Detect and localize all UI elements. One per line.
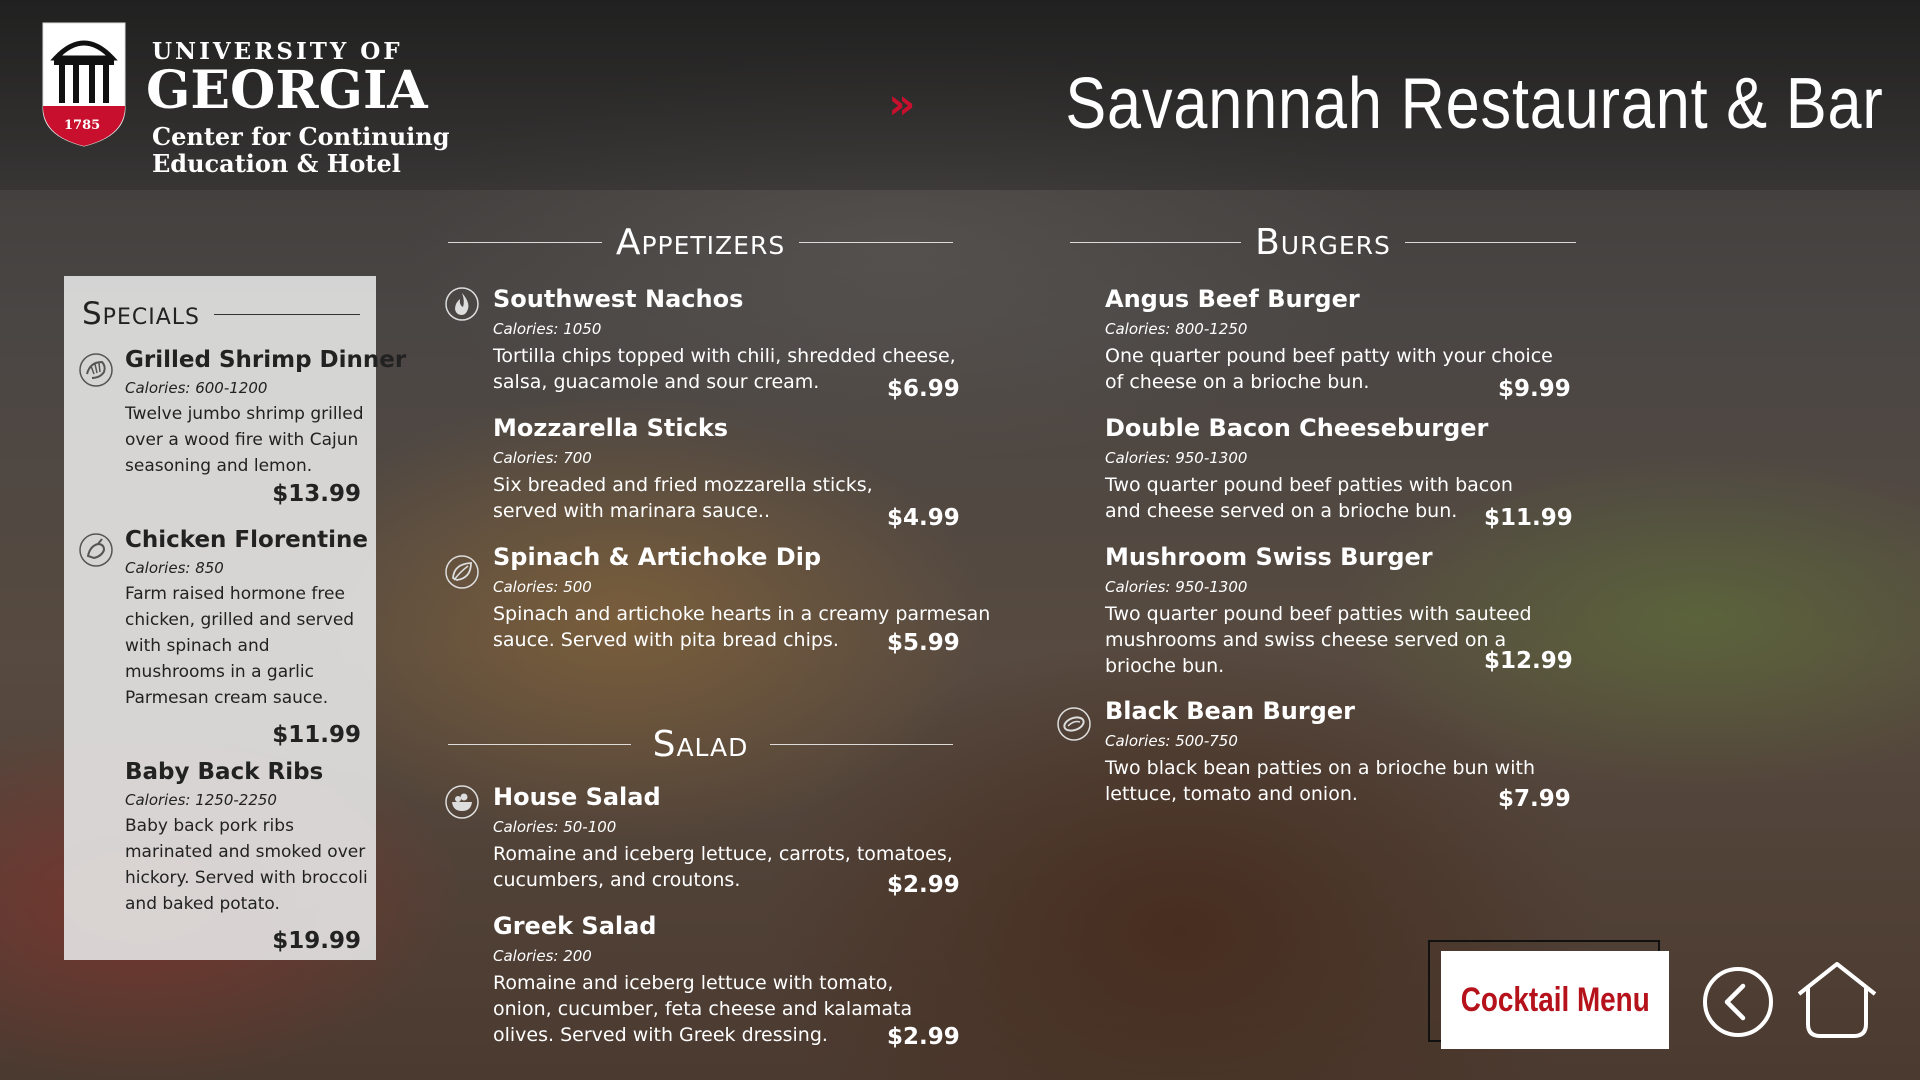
item-price: $4.99 — [887, 505, 960, 531]
special-item: Baby Back Ribs Calories: 1250-2250 Baby … — [125, 759, 370, 917]
specials-title: Specials — [82, 296, 200, 332]
specials-heading: Specials — [82, 294, 360, 334]
heading-rule — [770, 743, 953, 745]
item-description: Two quarter pound beef patties with baco… — [1105, 474, 1513, 522]
uga-logo: 1785 UNIVERSITY OF GEORGIA Center for Co… — [40, 20, 450, 180]
item-price: $11.99 — [1484, 505, 1573, 531]
item-calories: Calories: 600-1200 — [125, 379, 268, 397]
item-price: $13.99 — [272, 481, 361, 507]
item-name: Mushroom Swiss Burger — [1105, 543, 1433, 571]
item-name: Baby Back Ribs — [125, 759, 324, 785]
logo-year: 1785 — [64, 118, 101, 133]
special-item: Chicken Florentine Calories: 850 Farm ra… — [125, 527, 370, 711]
menu-item: Greek Salad Calories: 200 Romaine and ic… — [493, 912, 953, 1048]
restaurant-title-bar: » Savannnah Restaurant & Bar — [888, 68, 1884, 140]
cocktail-menu-button[interactable]: Cocktail Menu — [1441, 951, 1669, 1049]
item-calories: Calories: 950-1300 — [1105, 578, 1248, 596]
spicy-flame-icon — [445, 287, 479, 321]
item-name: Spinach & Artichoke Dip — [493, 543, 822, 571]
item-calories: Calories: 500-750 — [1105, 732, 1238, 750]
home-icon[interactable] — [1796, 960, 1878, 1040]
item-description: Romaine and iceberg lettuce with tomato,… — [493, 972, 913, 1046]
heading-rule — [799, 241, 954, 243]
item-name: Southwest Nachos — [493, 285, 744, 313]
back-icon[interactable] — [1702, 966, 1774, 1038]
bean-icon — [1057, 707, 1091, 741]
item-name: Mozzarella Sticks — [493, 414, 729, 442]
chicken-icon — [79, 533, 113, 567]
special-item: Grilled Shrimp Dinner Calories: 600-1200… — [125, 347, 407, 479]
item-name: Chicken Florentine — [125, 527, 368, 553]
specials-panel: Specials Grilled Shrimp Dinner Calories:… — [64, 276, 407, 960]
item-name: Double Bacon Cheeseburger — [1105, 414, 1489, 442]
item-description: Two quarter pound beef patties with saut… — [1105, 603, 1532, 677]
item-price: $12.99 — [1484, 648, 1573, 674]
burgers-title: Burgers — [1255, 221, 1391, 263]
item-price: $6.99 — [887, 376, 960, 402]
item-description: Farm raised hormone free chicken, grille… — [125, 584, 355, 708]
item-calories: Calories: 1050 — [493, 320, 602, 338]
heading-rule — [448, 743, 631, 745]
item-price: $11.99 — [272, 722, 361, 748]
item-calories: Calories: 700 — [493, 449, 592, 467]
page-title: Savannnah Restaurant & Bar — [1065, 64, 1884, 144]
item-description: Twelve jumbo shrimp grilled over a wood … — [125, 404, 364, 476]
item-calories: Calories: 200 — [493, 947, 592, 965]
item-calories: Calories: 800-1250 — [1105, 320, 1248, 338]
salad-title: Salad — [652, 723, 749, 765]
heading-rule — [1404, 241, 1576, 243]
item-calories: Calories: 500 — [493, 578, 592, 596]
appetizers-heading: Appetizers — [448, 221, 954, 263]
item-price: $5.99 — [887, 630, 960, 656]
salad-bowl-icon — [445, 785, 479, 819]
item-calories: Calories: 950-1300 — [1105, 449, 1248, 467]
item-description: Six breaded and fried mozzarella sticks,… — [493, 474, 873, 522]
item-name: House Salad — [493, 783, 661, 811]
salad-heading: Salad — [448, 723, 953, 765]
cocktail-menu-label: Cocktail Menu — [1460, 980, 1650, 1019]
item-calories: Calories: 50-100 — [493, 818, 617, 836]
logo-georgia: GEORGIA — [146, 60, 428, 121]
item-description: Baby back pork ribs marinated and smoked… — [125, 816, 368, 914]
item-name: Grilled Shrimp Dinner — [125, 347, 407, 373]
item-price: $2.99 — [887, 872, 960, 898]
item-description: Two black bean patties on a brioche bun … — [1105, 757, 1535, 805]
item-price: $19.99 — [272, 928, 361, 954]
heading-rule — [448, 241, 602, 243]
logo-subtitle-line1: Center for Continuing — [152, 122, 450, 151]
vegetarian-leaf-icon — [445, 555, 479, 589]
heading-rule — [213, 313, 360, 315]
appetizers-title: Appetizers — [615, 221, 786, 263]
item-calories: Calories: 1250-2250 — [125, 791, 277, 809]
item-price: $9.99 — [1498, 376, 1571, 402]
shrimp-icon — [79, 353, 113, 387]
burgers-heading: Burgers — [1070, 221, 1576, 263]
item-name: Greek Salad — [493, 912, 657, 940]
item-price: $7.99 — [1498, 786, 1571, 812]
logo-subtitle: Center for Continuing Education & Hotel — [152, 123, 450, 177]
double-chevron-icon: » — [888, 79, 915, 128]
logo-subtitle-line2: Education & Hotel — [152, 149, 401, 178]
item-price: $2.99 — [887, 1024, 960, 1050]
item-calories: Calories: 850 — [125, 559, 224, 577]
item-name: Black Bean Burger — [1105, 697, 1355, 725]
menu-item: Mozzarella Sticks Calories: 700 Six brea… — [493, 414, 933, 524]
heading-rule — [1070, 241, 1242, 243]
item-name: Angus Beef Burger — [1105, 285, 1360, 313]
